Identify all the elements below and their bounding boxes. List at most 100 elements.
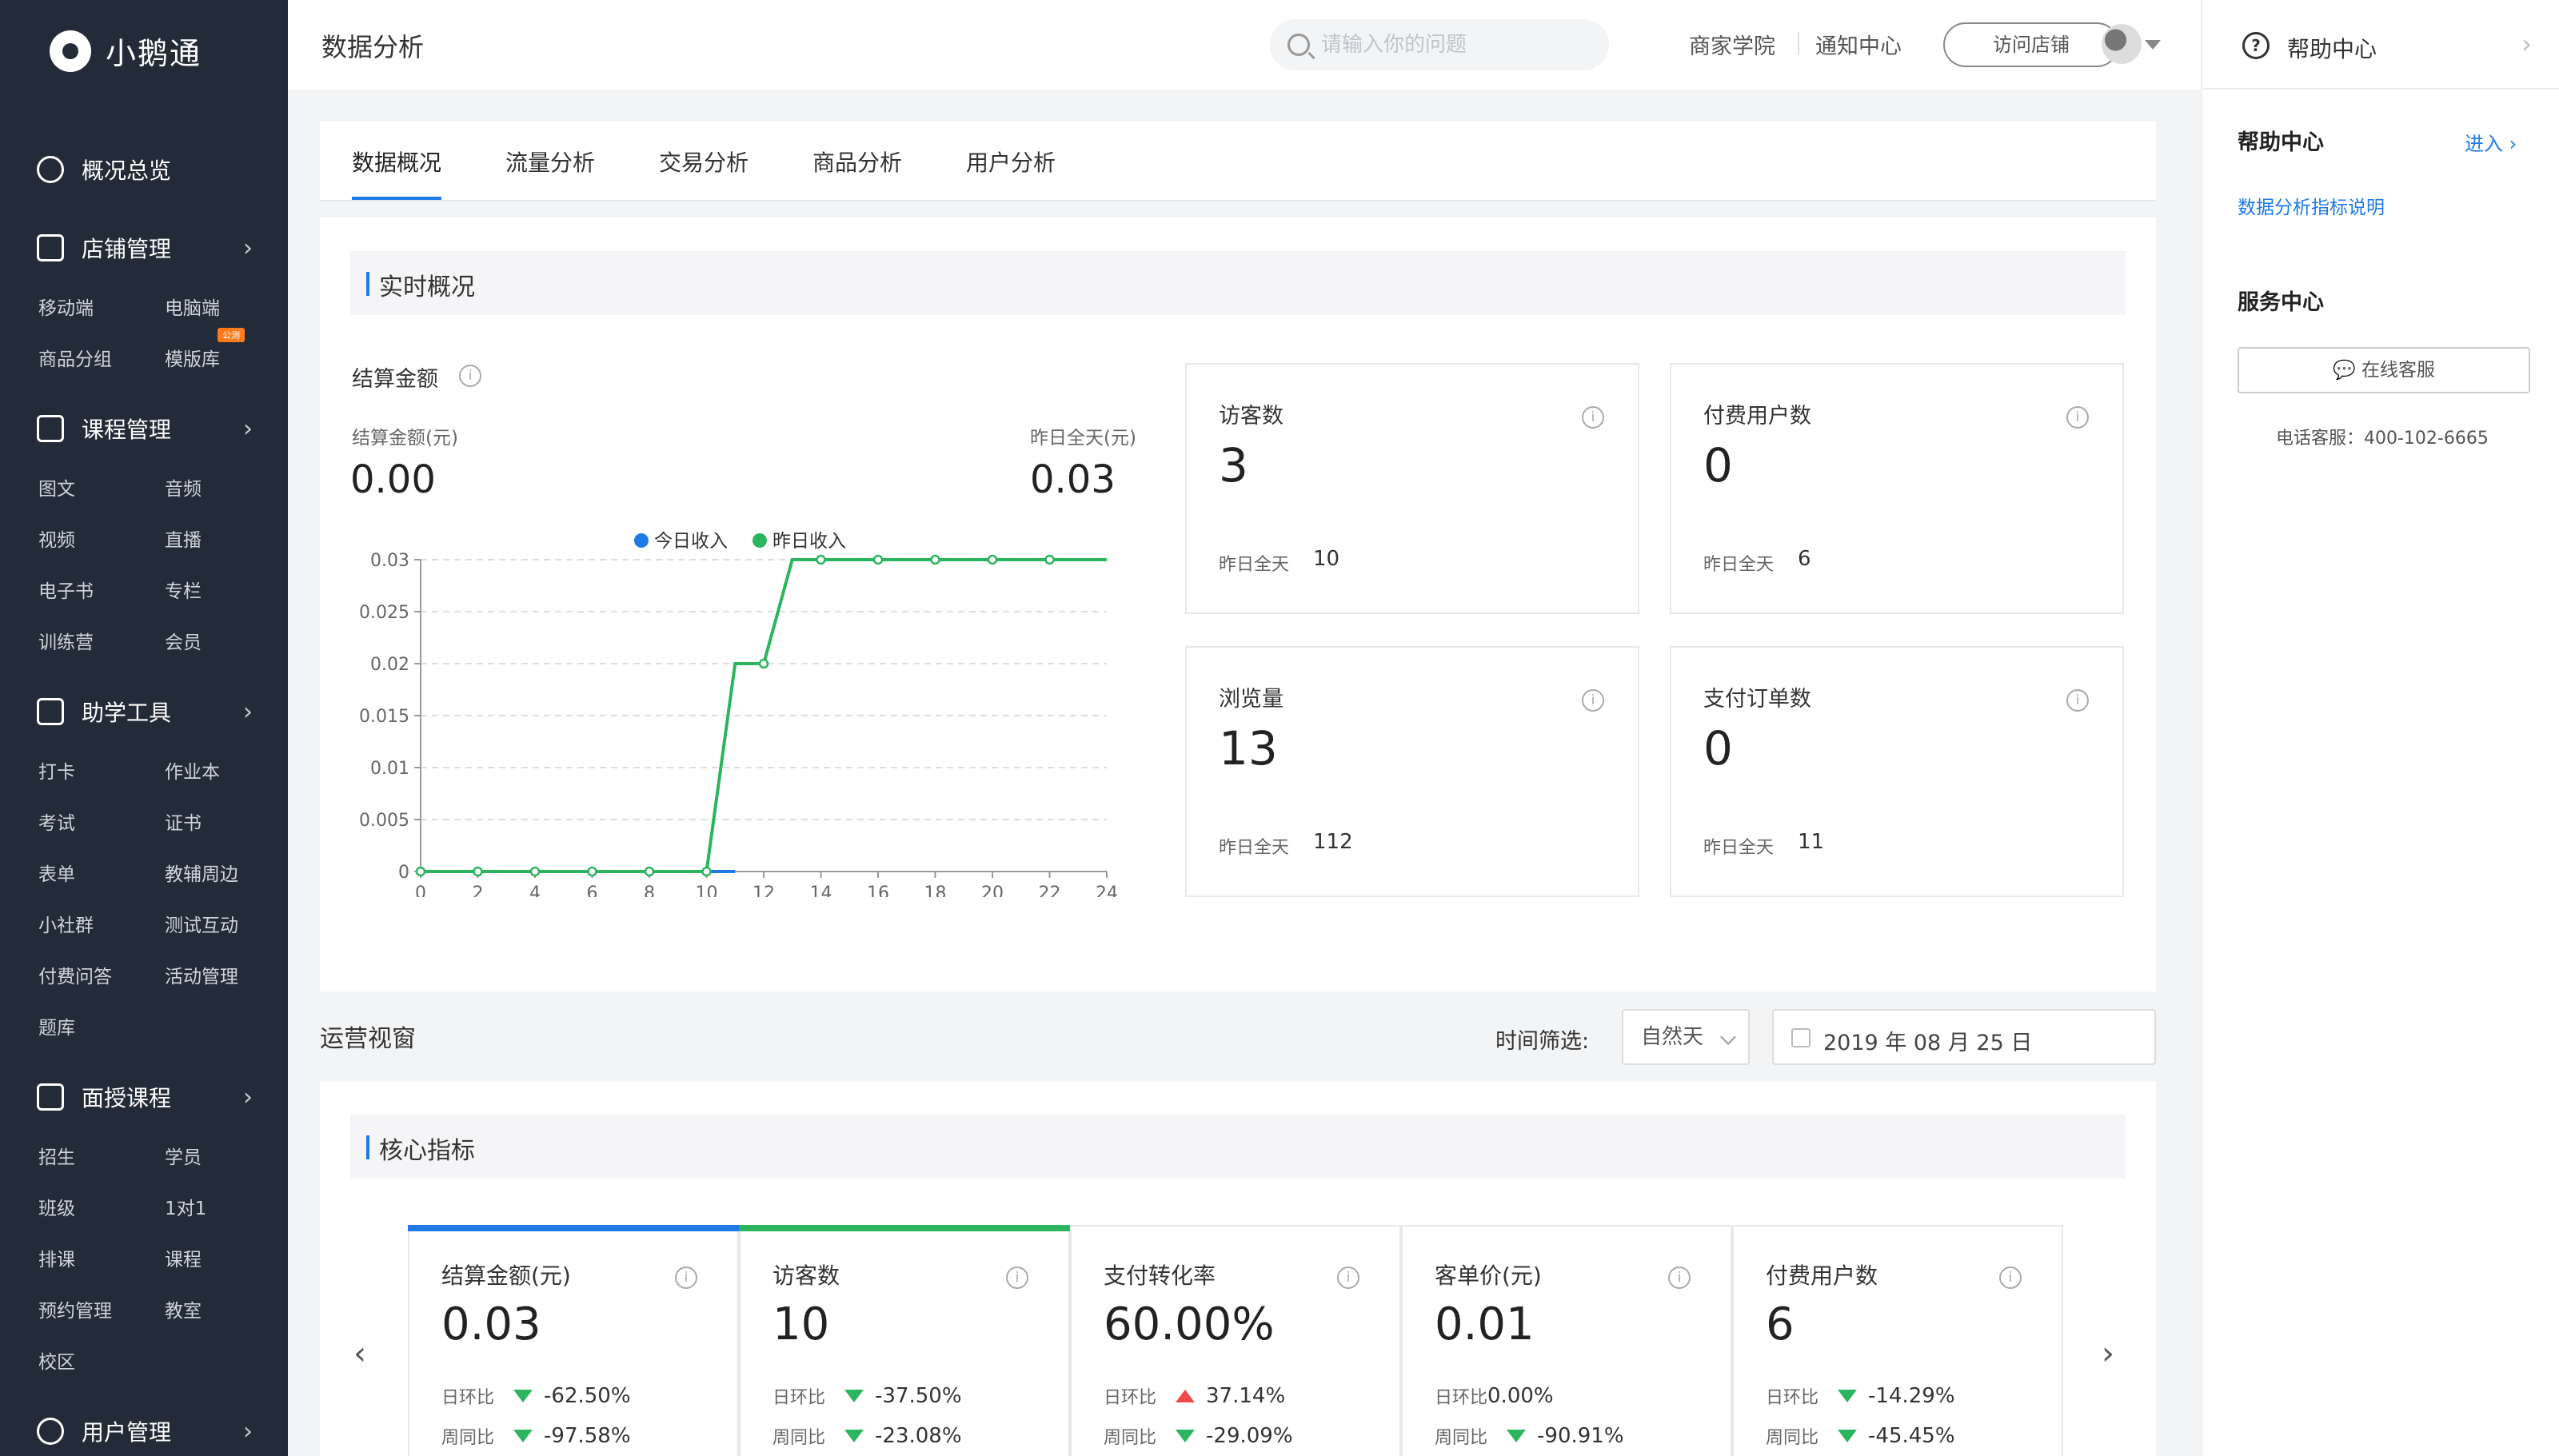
day-compare-value: 37.14% bbox=[1206, 1384, 1286, 1408]
chevron-right-icon[interactable]: › bbox=[2521, 29, 2532, 59]
sidebar-sub-item[interactable]: 直播 bbox=[165, 525, 202, 552]
search-box[interactable] bbox=[1270, 19, 1609, 70]
avatar[interactable] bbox=[2102, 24, 2142, 64]
sidebar-sub-item[interactable]: 电脑端 bbox=[165, 293, 220, 320]
calendar-icon bbox=[1791, 1028, 1810, 1047]
week-compare-value: -45.45% bbox=[1868, 1424, 1955, 1448]
merchant-academy-link[interactable]: 商家学院 bbox=[1689, 29, 1775, 60]
sidebar-sub-item[interactable]: 题库 bbox=[38, 1012, 75, 1039]
sidebar-sub-item[interactable]: 招生 bbox=[38, 1142, 75, 1169]
data-point bbox=[816, 554, 826, 565]
search-input[interactable] bbox=[1321, 33, 1593, 57]
sidebar-sub-item[interactable]: 音频 bbox=[165, 473, 202, 501]
info-icon[interactable]: i bbox=[459, 365, 481, 387]
sidebar-item-tools[interactable]: 助学工具 › bbox=[37, 688, 253, 736]
card-accent-bar bbox=[739, 1225, 1070, 1231]
sidebar-sub-item[interactable]: 图文 bbox=[38, 473, 75, 501]
sidebar-sub-item[interactable]: 活动管理 bbox=[165, 961, 238, 988]
info-icon[interactable]: i bbox=[1006, 1267, 1028, 1289]
sidebar-sub-item[interactable]: 测试互动 bbox=[165, 910, 238, 937]
sidebar-sub-item[interactable]: 教辅周边 bbox=[165, 859, 238, 886]
sidebar-sub-item[interactable]: 训练营 bbox=[38, 627, 94, 654]
sidebar-sub-item[interactable]: 排课 bbox=[38, 1244, 75, 1271]
sidebar-sub-item[interactable]: 课程 bbox=[165, 1244, 202, 1271]
top-bar: 数据分析 商家学院 通知中心 访问店铺 bbox=[288, 0, 2201, 90]
day-compare-label: 日环比 bbox=[441, 1388, 495, 1408]
sidebar-sub-item[interactable]: 电子书 bbox=[38, 576, 94, 603]
info-icon[interactable]: i bbox=[2066, 689, 2089, 712]
sidebar-sub-item[interactable]: 作业本 bbox=[165, 756, 220, 784]
sidebar-sub-item[interactable]: 1对1 bbox=[165, 1193, 206, 1220]
week-compare-label: 周同比 bbox=[1104, 1428, 1157, 1448]
metric-yesterday-label: 昨日全天 bbox=[1219, 838, 1290, 858]
sidebar-item-overview[interactable]: 概况总览 bbox=[37, 146, 253, 193]
sidebar-sub-item[interactable]: 预约管理 bbox=[38, 1295, 112, 1322]
sidebar-sub-item[interactable]: 专栏 bbox=[165, 576, 202, 603]
enter-help-link[interactable]: 进入 › bbox=[2465, 128, 2517, 156]
tab-traffic[interactable]: 流量分析 bbox=[505, 146, 595, 178]
next-arrow-icon[interactable]: › bbox=[2102, 1335, 2114, 1372]
core-metric-card[interactable]: 访客数 i 10 日环比 -37.50% 周同比 -23.08% bbox=[739, 1225, 1070, 1456]
revenue-line-chart: 00.0050.010.0150.020.0250.030 2 4 6 8 10 12 14 1… bbox=[359, 531, 1118, 897]
tab-overview[interactable]: 数据概况 bbox=[352, 146, 441, 178]
core-metric-label: 结算金额(元) bbox=[441, 1263, 571, 1289]
day-compare-value: -37.50% bbox=[875, 1384, 962, 1408]
info-icon[interactable]: i bbox=[2066, 406, 2089, 429]
sidebar-sub-item[interactable]: 考试 bbox=[38, 808, 75, 835]
sidebar-sub-item[interactable]: 付费问答 bbox=[38, 961, 112, 988]
sidebar-sub-item[interactable]: 打卡 bbox=[38, 756, 75, 784]
metric-yesterday-label: 昨日全天 bbox=[1703, 838, 1775, 858]
sidebar-sub-item[interactable]: 模版库 bbox=[165, 344, 220, 371]
prev-arrow-icon[interactable]: ‹ bbox=[353, 1335, 366, 1372]
data-point bbox=[930, 554, 940, 565]
x-tick-label: 12 bbox=[753, 884, 775, 897]
core-metric-card[interactable]: 客单价(元) i 0.01 日环比 0.00% 周同比 -90.91% bbox=[1401, 1225, 1732, 1456]
week-compare-value: -23.08% bbox=[875, 1424, 962, 1448]
online-service-button[interactable]: 💬 在线客服 bbox=[2238, 347, 2530, 393]
sidebar-sub-item[interactable]: 商品分组 bbox=[38, 344, 112, 371]
sidebar-item-offline-course[interactable]: 面授课程 › bbox=[37, 1073, 253, 1121]
service-phone: 电话客服：400-102-6665 bbox=[2276, 429, 2489, 449]
sidebar-sub-item[interactable]: 校区 bbox=[38, 1346, 75, 1374]
analysis-tabs: 数据概况 流量分析 交易分析 商品分析 用户分析 bbox=[320, 122, 2156, 201]
metric-yesterday-value: 10 bbox=[1313, 547, 1340, 571]
tab-transactions[interactable]: 交易分析 bbox=[659, 146, 749, 178]
sidebar-item-store[interactable]: 店铺管理 › bbox=[37, 224, 253, 272]
sidebar-sub-item[interactable]: 移动端 bbox=[38, 293, 94, 320]
tab-products[interactable]: 商品分析 bbox=[812, 146, 902, 178]
core-metric-card[interactable]: 结算金额(元) i 0.03 日环比 -62.50% 周同比 -97.58% bbox=[408, 1225, 739, 1456]
week-compare-row: 周同比 -45.45% bbox=[1766, 1423, 1955, 1449]
period-select[interactable]: 自然天 bbox=[1622, 1009, 1750, 1065]
day-compare-label: 日环比 bbox=[772, 1388, 826, 1408]
help-panel-header[interactable]: ? 帮助中心 › bbox=[2202, 0, 2559, 90]
tab-users[interactable]: 用户分析 bbox=[966, 146, 1056, 178]
info-icon[interactable]: i bbox=[1337, 1267, 1359, 1289]
info-icon[interactable]: i bbox=[1668, 1267, 1691, 1289]
sidebar-sub-item[interactable]: 会员 bbox=[165, 627, 202, 654]
logo[interactable]: 小鹅通 bbox=[50, 29, 202, 73]
info-icon[interactable]: i bbox=[1999, 1267, 2022, 1289]
metrics-doc-link[interactable]: 数据分析指标说明 bbox=[2238, 192, 2385, 219]
visit-store-button[interactable]: 访问店铺 bbox=[1943, 22, 2119, 67]
core-metric-value: 0.03 bbox=[441, 1298, 541, 1350]
sidebar-item-course[interactable]: 课程管理 › bbox=[37, 405, 253, 453]
sidebar-sub-item[interactable]: 教室 bbox=[165, 1295, 202, 1322]
sidebar-sub-item[interactable]: 小社群 bbox=[38, 910, 94, 937]
info-icon[interactable]: i bbox=[675, 1267, 697, 1289]
core-metric-card[interactable]: 支付转化率 i 60.00% 日环比 37.14% 周同比 -29.09% bbox=[1070, 1225, 1401, 1456]
core-metric-card[interactable]: 付费用户数 i 6 日环比 -14.29% 周同比 -45.45% bbox=[1732, 1225, 2063, 1456]
metric-card: 付费用户数 i 0 昨日全天 6 bbox=[1670, 363, 2124, 614]
date-picker[interactable]: 2019 年 08 月 25 日 bbox=[1772, 1009, 2156, 1065]
sidebar-sub-item[interactable]: 班级 bbox=[38, 1193, 75, 1220]
sidebar-sub-item[interactable]: 学员 bbox=[165, 1142, 202, 1169]
sidebar-item-users[interactable]: 用户管理 › bbox=[37, 1407, 253, 1455]
chevron-down-icon[interactable] bbox=[2145, 40, 2161, 50]
data-point bbox=[701, 866, 712, 877]
notification-center-link[interactable]: 通知中心 bbox=[1815, 29, 1902, 60]
y-tick-label: 0.03 bbox=[370, 551, 409, 571]
info-icon[interactable]: i bbox=[1582, 689, 1604, 712]
sidebar-sub-item[interactable]: 表单 bbox=[38, 859, 75, 886]
info-icon[interactable]: i bbox=[1582, 406, 1604, 429]
sidebar-sub-item[interactable]: 证书 bbox=[165, 808, 202, 835]
sidebar-sub-item[interactable]: 视频 bbox=[38, 525, 75, 552]
